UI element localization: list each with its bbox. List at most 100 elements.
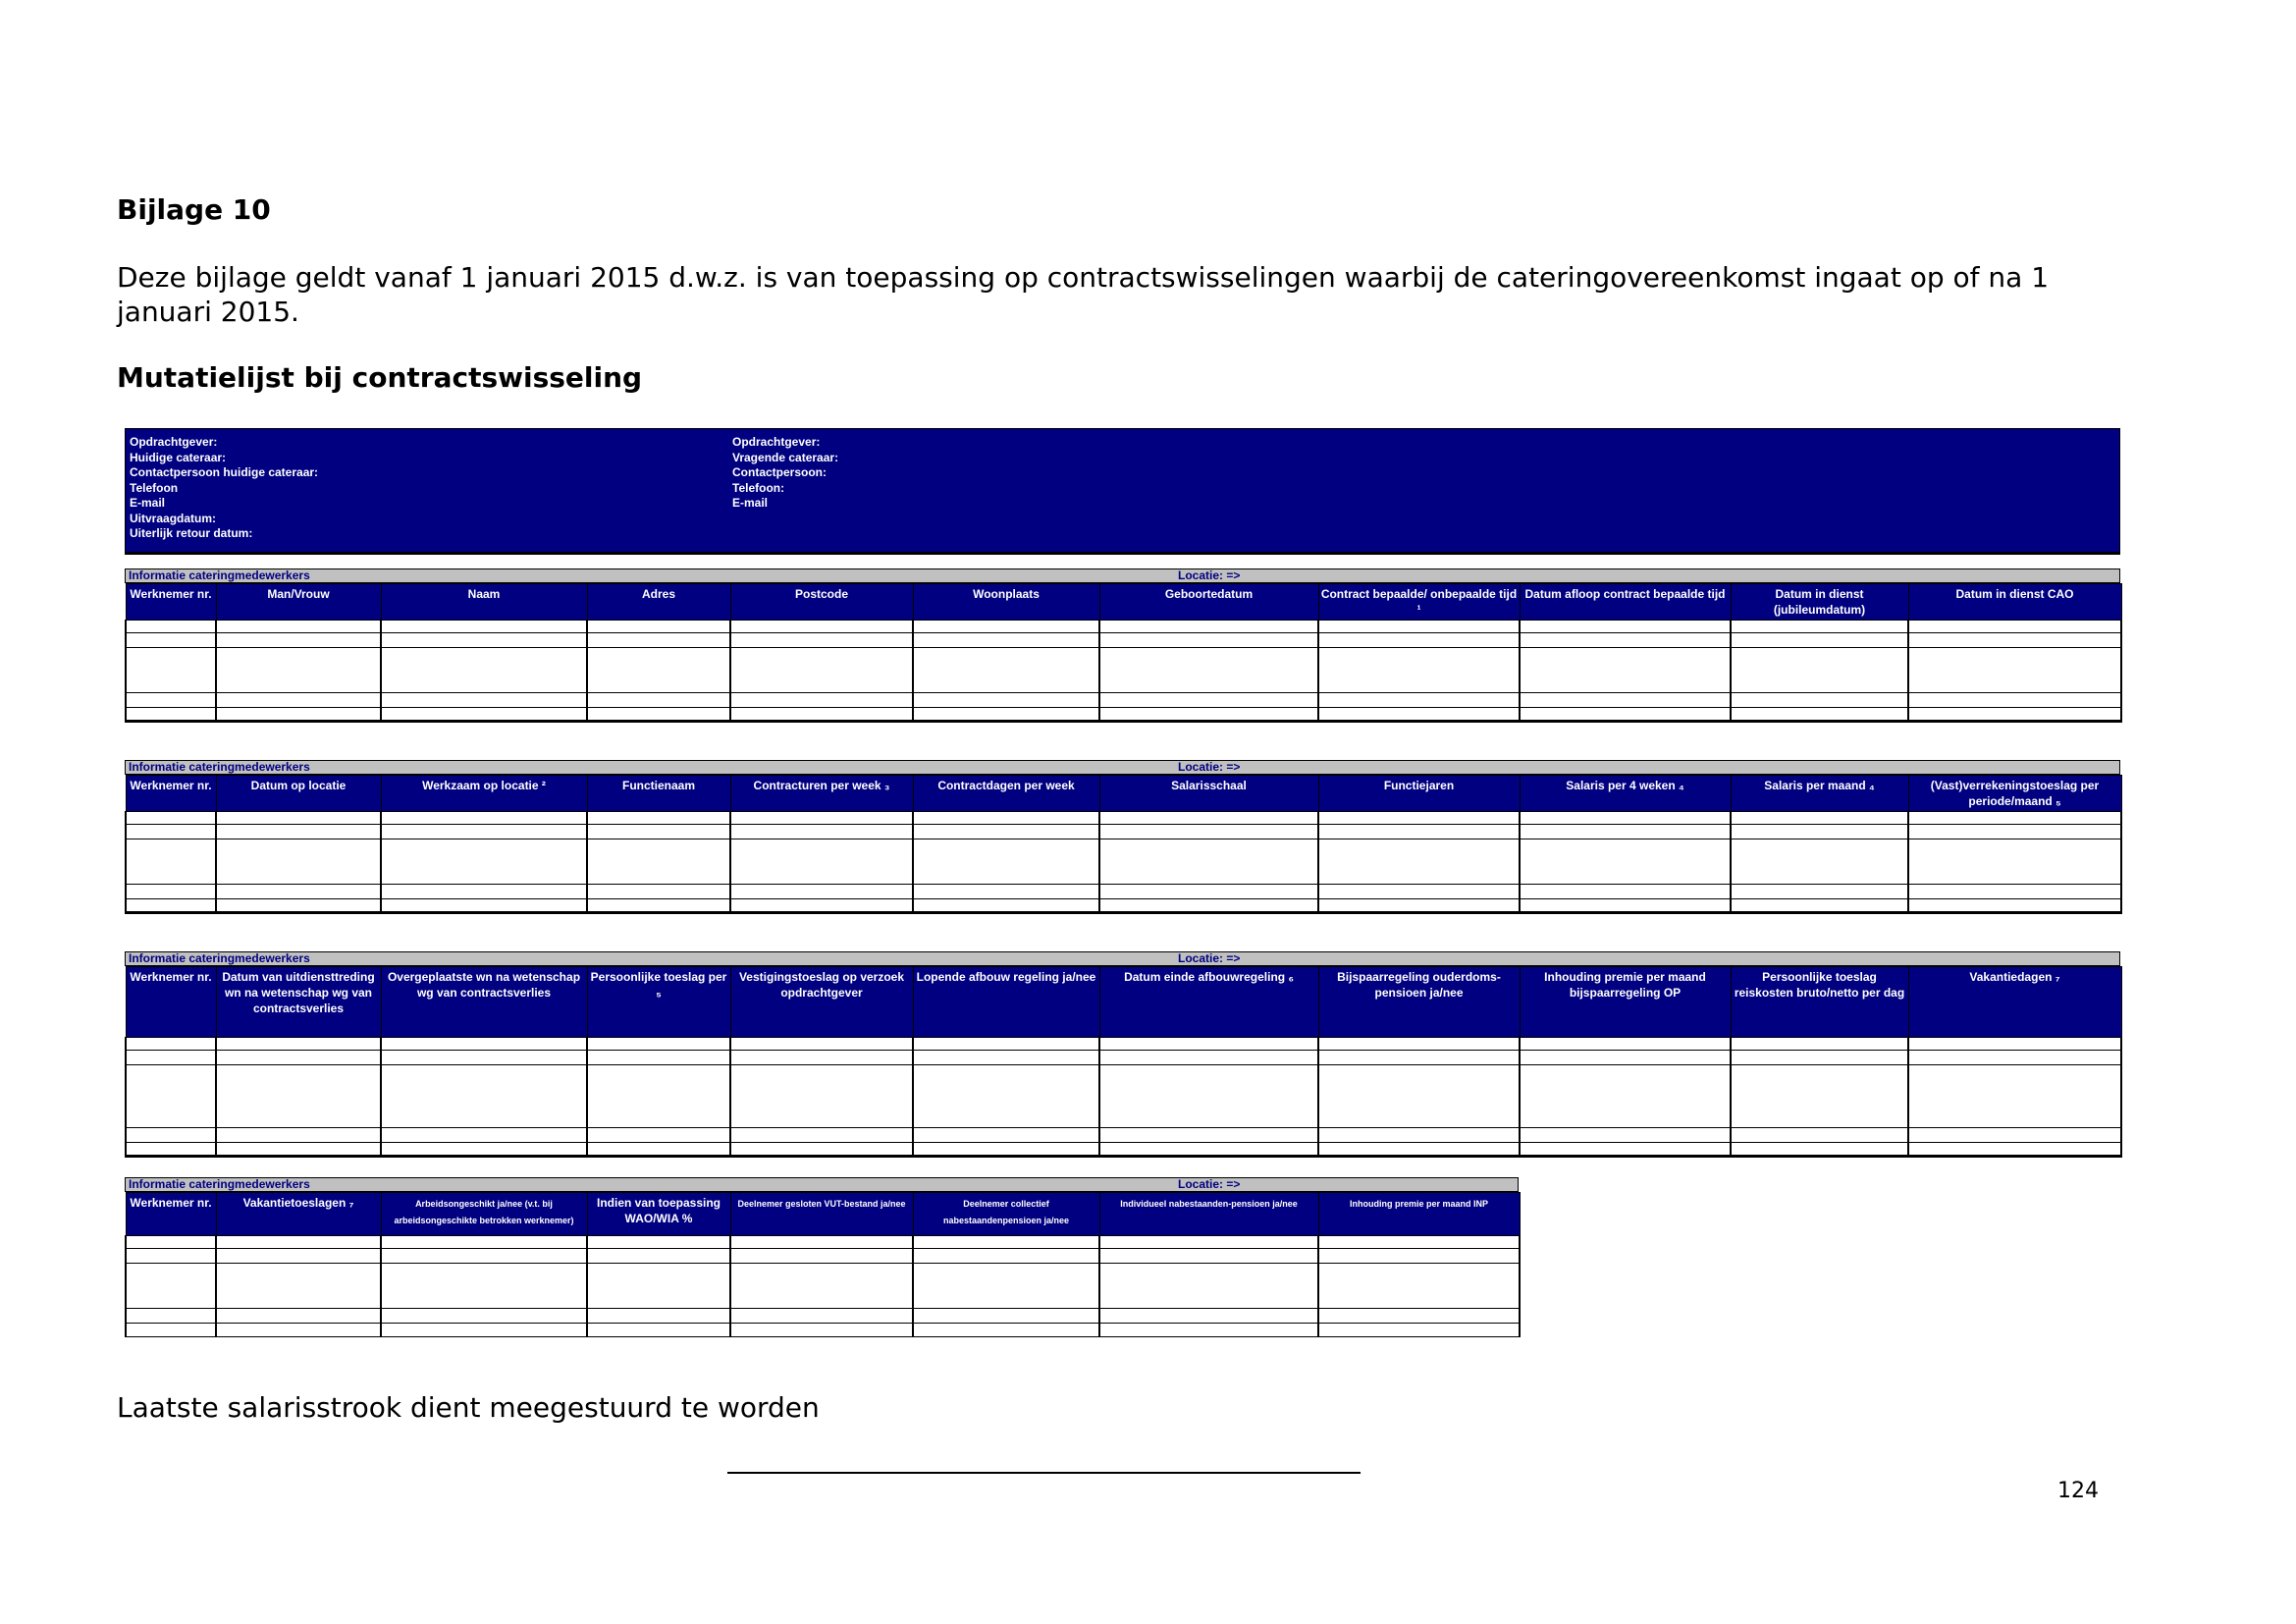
column-header-text: Arbeidsongeschikt ja/nee (v.t. bij arbei… [394, 1199, 574, 1225]
table-row [125, 620, 2122, 633]
field-label: Contactpersoon: [732, 465, 827, 479]
column-header: Deelnemer collectief nabestaandenpensioe… [912, 1192, 1100, 1236]
column-header: Arbeidsongeschikt ja/nee (v.t. bij arbei… [380, 1192, 588, 1236]
column-header-text: Inhouding premie per maand INP [1349, 1199, 1489, 1209]
table-row [125, 647, 2122, 693]
bar-label: Informatie cateringmedewerkers [129, 568, 310, 582]
bar-label: Informatie cateringmedewerkers [129, 951, 310, 965]
table-info-bar: Informatie cateringmedewerkers Locatie: … [125, 568, 2120, 583]
table-row [125, 1050, 2122, 1065]
column-header: Functiejaren [1317, 775, 1521, 812]
column-header: Inhouding premie per maand INP [1317, 1192, 1521, 1236]
table-row [125, 632, 2122, 648]
contract-info-left: Opdrachtgever: Huidige cateraar: Contact… [130, 435, 318, 542]
field-label: Uiterlijk retour datum: [130, 526, 253, 540]
column-header: Werknemer nr. [125, 583, 217, 621]
column-header: Persoonlijke toeslag per ₅ [586, 966, 731, 1038]
column-header: Lopende afbouw regeling ja/nee [912, 966, 1100, 1038]
column-header: Vestigingstoeslag op verzoek opdrachtgev… [729, 966, 914, 1038]
page-number: 124 [2057, 1479, 2099, 1503]
column-header: Vakantietoeslagen ₇ [215, 1192, 382, 1236]
footer-note: Laatste salarisstrook dient meegestuurd … [117, 1391, 820, 1424]
location-label: Locatie: => [1178, 1177, 1241, 1191]
column-header: Datum van uitdiensttreding wn na wetensc… [215, 966, 382, 1038]
column-header: Persoonlijke toeslag reiskosten bruto/ne… [1730, 966, 1909, 1038]
column-header: Datum op locatie [215, 775, 382, 812]
table-row [125, 1142, 2122, 1158]
table-grid: Werknemer nr. Datum van uitdiensttreding… [125, 966, 2122, 1158]
table-info-bar: Informatie cateringmedewerkers Locatie: … [125, 1177, 1519, 1192]
location-label: Locatie: => [1178, 760, 1241, 774]
table-grid: Werknemer nr. Vakantietoeslagen ₇ Arbeid… [125, 1192, 1521, 1337]
column-header: Werknemer nr. [125, 1192, 217, 1236]
footnote-divider [727, 1472, 1361, 1474]
column-header-text: Deelnemer gesloten VUT-bestand ja/nee [737, 1199, 906, 1209]
table-row [125, 1064, 2122, 1128]
column-header: Contracturen per week ₃ [729, 775, 914, 812]
table-row [125, 1323, 1521, 1337]
column-header-text: Deelnemer collectief nabestaandenpensioe… [942, 1199, 1070, 1225]
section-subtitle: Mutatielijst bij contractswisseling [117, 361, 643, 394]
table-info-bar: Informatie cateringmedewerkers Locatie: … [125, 951, 2120, 966]
column-header: Salaris per 4 weken ₄ [1519, 775, 1732, 812]
field-label: Huidige cateraar: [130, 450, 227, 464]
column-header: Functienaam [586, 775, 731, 812]
field-label: E-mail [130, 496, 166, 510]
column-header: Werknemer nr. [125, 966, 217, 1038]
column-header: Salaris per maand ₄ [1730, 775, 1909, 812]
column-header: Inhouding premie per maand bijspaarregel… [1519, 966, 1732, 1038]
column-header: Man/Vrouw [215, 583, 382, 621]
field-label: Contactpersoon huidige cateraar: [130, 465, 319, 479]
table-row [125, 692, 2122, 708]
column-header: Contractdagen per week [912, 775, 1100, 812]
contract-info-box: Opdrachtgever: Huidige cateraar: Contact… [125, 428, 2120, 555]
table-grid: Werknemer nr. Man/Vrouw Naam Adres Postc… [125, 583, 2122, 723]
table-row [125, 811, 2122, 825]
column-header: Woonplaats [912, 583, 1100, 621]
page-title: Bijlage 10 [117, 193, 271, 226]
table-row [125, 1037, 2122, 1051]
field-label: Vragende cateraar: [732, 450, 839, 464]
contract-info-right: Opdrachtgever: Vragende cateraar: Contac… [732, 435, 838, 512]
column-header: Datum afloop contract bepaalde tijd [1519, 583, 1732, 621]
column-header: Datum in dienst CAO [1907, 583, 2122, 621]
table-row [125, 1263, 1521, 1309]
column-header: Bijspaarregeling ouderdoms-pensioen ja/n… [1317, 966, 1521, 1038]
column-header: Werkzaam op locatie ² [380, 775, 588, 812]
column-header: Deelnemer gesloten VUT-bestand ja/nee [729, 1192, 914, 1236]
column-header: Naam [380, 583, 588, 621]
column-header: Adres [586, 583, 731, 621]
table-row [125, 1235, 1521, 1249]
field-label: Telefoon: [732, 480, 785, 495]
location-label: Locatie: => [1178, 568, 1241, 582]
column-header: Postcode [729, 583, 914, 621]
column-header: Geboortedatum [1098, 583, 1319, 621]
column-header: Salarisschaal [1098, 775, 1319, 812]
table-row [125, 824, 2122, 839]
bar-label: Informatie cateringmedewerkers [129, 760, 310, 774]
table-row [125, 898, 2122, 914]
table-row [125, 1248, 1521, 1264]
table-row [125, 839, 2122, 885]
column-header: (Vast)verrekeningstoeslag per periode/ma… [1907, 775, 2122, 812]
column-header: Overgeplaatste wn na wetenschap wg van c… [380, 966, 588, 1038]
table-row [125, 1308, 1521, 1324]
column-header: Werknemer nr. [125, 775, 217, 812]
column-header: Individueel nabestaanden-pensioen ja/nee [1098, 1192, 1319, 1236]
table-grid: Werknemer nr. Datum op locatie Werkzaam … [125, 775, 2122, 914]
bar-label: Informatie cateringmedewerkers [129, 1177, 310, 1191]
field-label: Telefoon [130, 480, 179, 495]
column-header: Datum einde afbouwregeling ₆ [1098, 966, 1319, 1038]
column-header-text: Individueel nabestaanden-pensioen ja/nee [1120, 1199, 1298, 1209]
field-label: Opdrachtgever: [732, 435, 821, 449]
table-row [125, 1127, 2122, 1143]
table-row [125, 707, 2122, 723]
field-label: E-mail [732, 496, 769, 510]
field-label: Opdrachtgever: [130, 435, 218, 449]
table-row [125, 884, 2122, 899]
intro-paragraph: Deze bijlage geldt vanaf 1 januari 2015 … [117, 261, 2050, 328]
column-header: Vakantiedagen ₇ [1907, 966, 2122, 1038]
column-header: Contract bepaalde/ onbepaalde tijd ¹ [1317, 583, 1521, 621]
column-header: Indien van toepassing WAO/WIA % [586, 1192, 731, 1236]
location-label: Locatie: => [1178, 951, 1241, 965]
